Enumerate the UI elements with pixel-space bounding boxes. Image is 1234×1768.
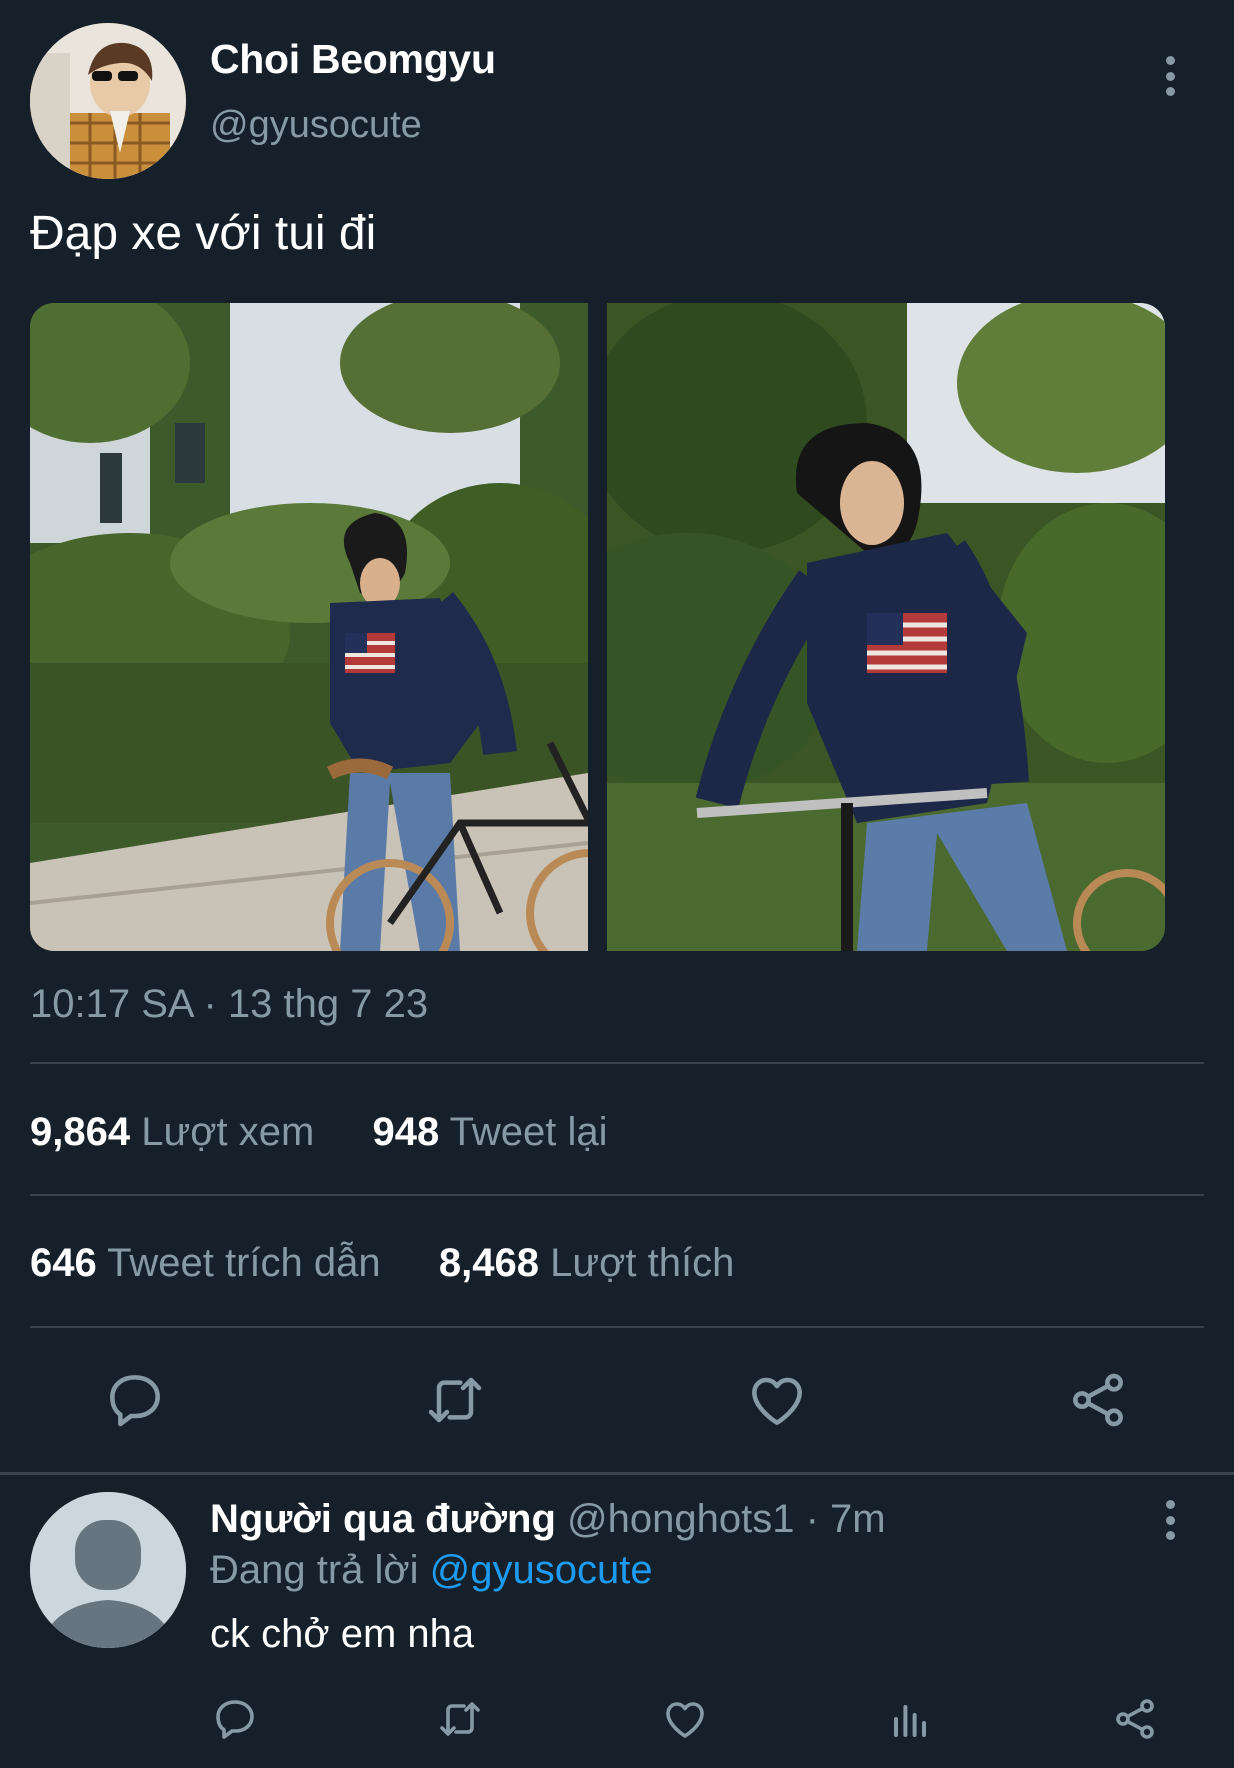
stats-row-1: 9,864 Lượt xem 948 Tweet lại — [30, 1110, 608, 1155]
more-options-icon[interactable] — [1163, 56, 1177, 96]
likes-count: 8,468 — [438, 1241, 539, 1285]
reply-header: Người qua đường @honghots1 · 7m — [210, 1497, 886, 1542]
reply-author-name[interactable]: Người qua đường — [210, 1497, 556, 1541]
replying-to-mention[interactable]: @gyusocute — [430, 1548, 653, 1592]
retweets-count: 948 — [372, 1110, 440, 1154]
quotes-stat[interactable]: 646 Tweet trích dẫn — [30, 1241, 381, 1285]
divider — [30, 1062, 1204, 1064]
views-count: 9,864 — [30, 1110, 131, 1154]
replying-to-line: Đang trả lời @gyusocute — [210, 1548, 653, 1593]
stats-row-2: 646 Tweet trích dẫn 8,468 Lượt thích — [30, 1241, 734, 1286]
reply-more-options-icon[interactable] — [1163, 1500, 1177, 1540]
reply-share-icon[interactable] — [1111, 1695, 1159, 1743]
like-icon[interactable] — [745, 1368, 809, 1432]
replying-label: Đang trả lời — [210, 1548, 419, 1592]
tweet-photo-1[interactable] — [30, 303, 588, 951]
author-display-name[interactable]: Choi Beomgyu — [210, 36, 496, 83]
reply-like-icon[interactable] — [661, 1695, 709, 1743]
reply-retweet-icon[interactable] — [436, 1695, 484, 1743]
tweet-text: Đạp xe với tui đi — [30, 207, 377, 260]
divider — [30, 1326, 1204, 1328]
retweet-icon[interactable] — [423, 1368, 487, 1432]
divider — [30, 1194, 1204, 1196]
views-label: Lượt xem — [141, 1110, 315, 1154]
reply-text: ck chở em nha — [210, 1612, 475, 1656]
quotes-count: 646 — [30, 1241, 97, 1285]
views-stat[interactable]: 9,864 Lượt xem — [30, 1110, 314, 1154]
tweet-photo-2[interactable] — [607, 303, 1165, 951]
quotes-label: Tweet trích dẫn — [107, 1241, 381, 1285]
share-icon[interactable] — [1066, 1368, 1130, 1432]
reply-author-avatar[interactable] — [30, 1492, 186, 1648]
retweets-label: Tweet lại — [449, 1110, 608, 1154]
tweet-timestamp[interactable]: 10:17 SA · 13 thg 7 23 — [30, 982, 428, 1027]
analytics-icon[interactable] — [886, 1695, 934, 1743]
retweets-stat[interactable]: 948 Tweet lại — [373, 1110, 608, 1154]
section-divider — [0, 1472, 1234, 1475]
reply-icon[interactable] — [103, 1368, 167, 1432]
reply-author-handle[interactable]: @honghots1 — [567, 1497, 794, 1541]
author-avatar[interactable] — [30, 23, 186, 179]
reply-time: · 7m — [805, 1497, 886, 1541]
likes-label: Lượt thích — [550, 1241, 735, 1285]
author-handle[interactable]: @gyusocute — [210, 104, 422, 147]
likes-stat[interactable]: 8,468 Lượt thích — [439, 1241, 734, 1285]
reply-reply-icon[interactable] — [211, 1695, 259, 1743]
